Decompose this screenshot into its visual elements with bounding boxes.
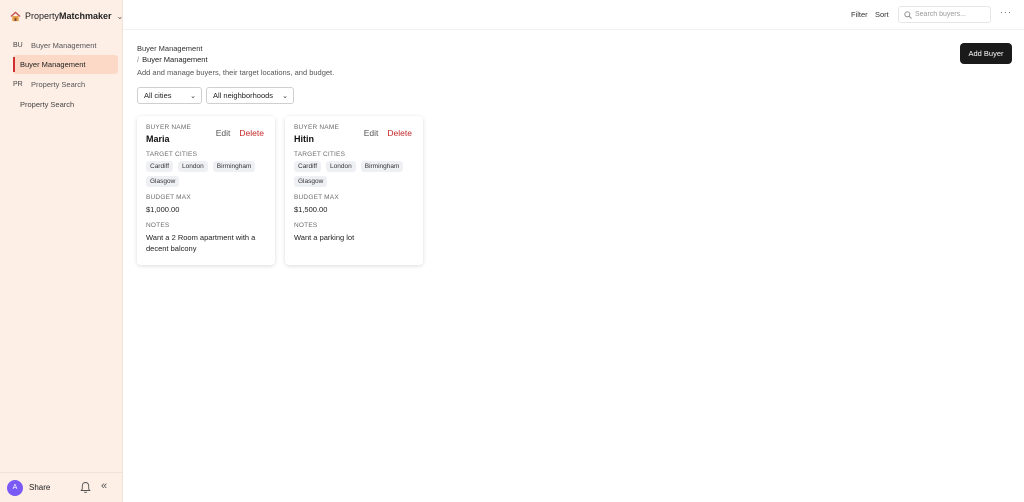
target-cities-label: TARGET CITIES	[294, 151, 346, 158]
breadcrumb-current-label: Buyer Management	[142, 55, 208, 64]
budget-max-label: BUDGET MAX	[294, 194, 339, 201]
more-options-icon[interactable]: ···	[1000, 7, 1012, 17]
share-button[interactable]: Share	[29, 483, 50, 492]
breadcrumb-current: / Buyer Management	[137, 55, 208, 64]
collapse-sidebar-icon[interactable]: «	[101, 480, 107, 492]
top-bar: Filter Sort ···	[123, 0, 1024, 30]
city-tag-list: Cardiff London Birmingham Glasgow	[146, 161, 264, 187]
city-tag: Cardiff	[146, 161, 174, 172]
nav-group-property-search[interactable]: PR Property Search	[0, 75, 123, 93]
notes-label: NOTES	[294, 222, 318, 229]
notes-label: NOTES	[146, 222, 170, 229]
city-tag: Birmingham	[360, 161, 404, 172]
budget-max-value: $1,500.00	[294, 205, 328, 214]
breadcrumb-separator: /	[137, 55, 140, 64]
sidebar-item-label: Property Search	[20, 100, 75, 109]
budget-max-value: $1,000.00	[146, 205, 180, 214]
card-actions: Edit Delete	[216, 128, 264, 138]
budget-max-label: BUDGET MAX	[146, 194, 191, 201]
sidebar: PropertyMatchmaker ⌄ BU Buyer Management…	[0, 0, 123, 502]
nav-group-buyer-management[interactable]: BU Buyer Management	[0, 36, 123, 54]
workspace-switcher[interactable]: PropertyMatchmaker ⌄	[10, 9, 123, 23]
buyer-card: BUYER NAME Maria Edit Delete TARGET CITI…	[137, 116, 275, 265]
notes-value: Want a 2 Room apartment with a decent ba…	[146, 233, 256, 253]
card-actions: Edit Delete	[364, 128, 412, 138]
delete-button[interactable]: Delete	[387, 128, 412, 138]
city-tag: Glasgow	[146, 176, 180, 187]
sort-button[interactable]: Sort	[875, 10, 889, 19]
edit-button[interactable]: Edit	[216, 128, 231, 138]
search-box[interactable]	[898, 6, 991, 23]
city-filter-select[interactable]: All cities ⌄	[137, 87, 202, 104]
sidebar-footer: A Share «	[0, 472, 123, 502]
delete-button[interactable]: Delete	[239, 128, 264, 138]
house-logo-icon	[10, 11, 21, 21]
edit-button[interactable]: Edit	[364, 128, 379, 138]
sidebar-item-buyer-management[interactable]: Buyer Management	[13, 55, 118, 74]
chevron-down-icon: ⌄	[282, 92, 288, 100]
chevron-down-icon: ⌄	[190, 92, 196, 100]
city-tag: London	[326, 161, 356, 172]
neighborhood-filter-value: All neighborhoods	[213, 91, 274, 100]
city-tag: Glasgow	[294, 176, 328, 187]
page-subtitle: Add and manage buyers, their target loca…	[137, 68, 335, 77]
nav-group-abbr: BU	[13, 41, 23, 49]
sidebar-item-label: Buyer Management	[20, 60, 86, 69]
filter-button[interactable]: Filter	[851, 10, 868, 19]
city-tag-list: Cardiff London Birmingham Glasgow	[294, 161, 412, 187]
buyer-card: BUYER NAME Hitin Edit Delete TARGET CITI…	[285, 116, 423, 265]
city-tag: Birmingham	[212, 161, 256, 172]
breadcrumb-root[interactable]: Buyer Management	[137, 44, 202, 53]
sidebar-item-property-search[interactable]: Property Search	[13, 95, 118, 114]
neighborhood-filter-select[interactable]: All neighborhoods ⌄	[206, 87, 294, 104]
nav-group-abbr: PR	[13, 80, 23, 88]
nav-group-label: Buyer Management	[31, 40, 97, 50]
notes-value: Want a parking lot	[294, 233, 355, 242]
search-icon	[904, 10, 912, 19]
add-buyer-button[interactable]: Add Buyer	[960, 43, 1012, 64]
search-input[interactable]	[915, 11, 989, 18]
brand-name: PropertyMatchmaker	[25, 11, 112, 21]
avatar[interactable]: A	[7, 479, 23, 496]
nav-group-label: Property Search	[31, 79, 86, 89]
city-filter-value: All cities	[144, 91, 172, 100]
city-tag: Cardiff	[294, 161, 322, 172]
city-tag: London	[178, 161, 208, 172]
target-cities-label: TARGET CITIES	[146, 151, 198, 158]
bell-icon[interactable]	[80, 481, 91, 494]
